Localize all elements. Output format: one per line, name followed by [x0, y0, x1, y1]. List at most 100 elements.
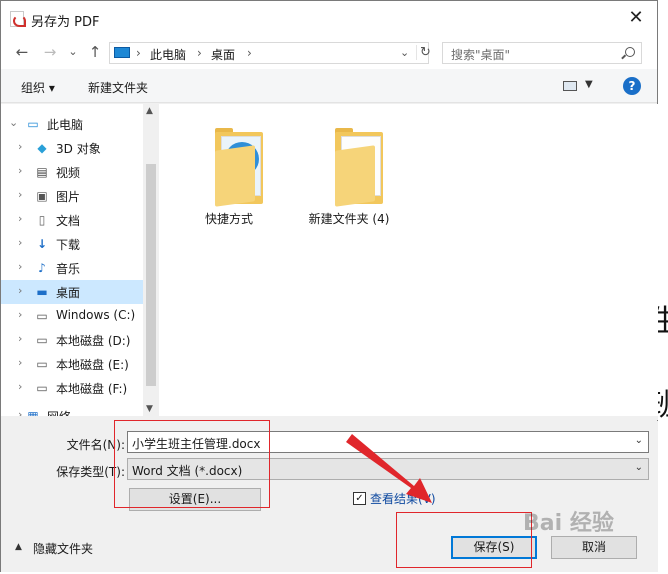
documents-icon: ▯ [38, 213, 46, 227]
breadcrumb-separator: › [197, 46, 202, 60]
sidebar-item-label: 本地磁盘 (E:) [56, 358, 129, 372]
file-item-new-folder-4[interactable]: 新建文件夹 (4) [299, 118, 399, 228]
search-icon [625, 47, 635, 57]
chevron-right-icon[interactable]: › [18, 188, 22, 201]
sidebar-item-label: 桌面 [56, 286, 81, 300]
filetype-label: 保存类型(T): [56, 465, 125, 479]
cancel-button[interactable]: 取消 [551, 536, 637, 559]
title-bar: 另存为 PDF ✕ [1, 1, 657, 37]
sidebar-item-this-pc[interactable]: ⌄ ▭ 此电脑 [1, 112, 143, 136]
annotation-highlight-box [396, 512, 532, 568]
pane-divider [1, 416, 658, 420]
back-button[interactable]: ← [13, 43, 31, 61]
chevron-right-icon[interactable]: › [18, 356, 22, 369]
sidebar-item-label: Windows (C:) [56, 308, 136, 322]
sidebar-item-label: 音乐 [56, 262, 81, 276]
search-input[interactable]: 搜索"桌面" [442, 42, 642, 64]
windows-drive-icon: ▭ [36, 309, 48, 323]
sidebar-item-drive-c[interactable]: › ▭ Windows (C:) [1, 304, 143, 328]
chevron-down-icon[interactable]: ⌄ [635, 435, 643, 446]
view-options-icon[interactable] [563, 81, 577, 91]
drive-icon: ▭ [36, 333, 48, 347]
sidebar-item-label: 图片 [56, 190, 81, 204]
sidebar-item-label: 下载 [56, 238, 81, 252]
music-icon: ♪ [38, 261, 46, 275]
breadcrumb-desktop[interactable]: 桌面 [211, 46, 235, 63]
sidebar-scrollbar[interactable]: ▲ ▼ [143, 104, 159, 416]
forward-button[interactable]: → [41, 43, 59, 61]
chevron-right-icon[interactable]: › [18, 140, 22, 153]
sidebar-item-3d-objects[interactable]: › ◆ 3D 对象 [1, 136, 143, 160]
file-list: 快捷方式 新建文件夹 (4) [159, 104, 658, 416]
chevron-down-icon[interactable]: ⌄ [400, 46, 409, 59]
chevron-down-icon[interactable]: ⌄ [635, 462, 643, 473]
chevron-right-icon[interactable]: › [18, 236, 22, 249]
sidebar-item-label: 本地磁盘 (D:) [56, 334, 131, 348]
chevron-down-icon[interactable]: ▼ [585, 79, 593, 90]
recent-locations-button[interactable]: ⌄ [64, 43, 82, 61]
view-results-checkbox[interactable]: ✓ [353, 492, 366, 505]
sidebar-item-pictures[interactable]: › ▣ 图片 [1, 184, 143, 208]
annotation-highlight-box [114, 420, 270, 508]
drive-icon: ▭ [36, 357, 48, 371]
refresh-icon[interactable]: ↻ [416, 45, 431, 60]
toolbar: 组织 ▾ 新建文件夹 ▼ ? [1, 69, 657, 103]
sidebar-item-network[interactable]: › ▦ 网络 [1, 404, 143, 416]
sidebar-item-drive-f[interactable]: › ▭ 本地磁盘 (F:) [1, 376, 143, 400]
view-results-label[interactable]: 查看结果(V) [370, 490, 436, 507]
chevron-right-icon[interactable]: › [18, 408, 22, 416]
window-title: 另存为 PDF [31, 15, 100, 30]
breadcrumb-this-pc[interactable]: 此电脑 [150, 46, 186, 63]
network-icon: ▦ [27, 409, 39, 416]
chevron-right-icon[interactable]: › [18, 332, 22, 345]
chevron-right-icon[interactable]: › [18, 164, 22, 177]
file-item-shortcuts[interactable]: 快捷方式 [179, 118, 279, 228]
downloads-icon: ↓ [36, 237, 48, 251]
folder-icon [215, 128, 267, 207]
new-folder-button[interactable]: 新建文件夹 [88, 79, 148, 96]
sidebar-item-label: 视频 [56, 166, 81, 180]
breadcrumb-separator: › [136, 46, 141, 60]
file-item-label: 快捷方式 [204, 212, 253, 226]
chevron-right-icon[interactable]: › [18, 308, 22, 321]
chevron-up-icon[interactable]: ▲ [15, 542, 22, 552]
drive-icon: ▭ [36, 381, 48, 395]
organize-menu[interactable]: 组织 ▾ [21, 79, 55, 96]
chevron-right-icon[interactable]: › [18, 380, 22, 393]
hide-folders-toggle[interactable]: 隐藏文件夹 [33, 540, 93, 557]
scroll-down-icon[interactable]: ▼ [146, 404, 153, 414]
navigation-bar: ← → ⌄ ↑ › 此电脑 › 桌面 › ⌄ ↻ 搜索"桌面" [1, 37, 657, 69]
chevron-right-icon[interactable]: › [18, 284, 22, 297]
chevron-right-icon[interactable]: › [18, 212, 22, 225]
computer-icon [114, 47, 130, 58]
scrollbar-thumb[interactable] [146, 164, 156, 386]
sidebar-item-documents[interactable]: › ▯ 文档 [1, 208, 143, 232]
up-button[interactable]: ↑ [86, 43, 104, 61]
sidebar-item-label: 3D 对象 [56, 142, 101, 156]
sidebar-item-label: 此电脑 [47, 118, 84, 132]
save-form: 文件名(N): 小学生班主任管理.docx ⌄ 保存类型(T): Word 文档… [1, 421, 658, 572]
help-icon[interactable]: ? [623, 77, 641, 95]
scroll-up-icon[interactable]: ▲ [146, 106, 153, 116]
3d-objects-icon: ◆ [37, 141, 47, 155]
sidebar-item-desktop[interactable]: › ▬ 桌面 [1, 280, 143, 304]
file-item-label: 新建文件夹 (4) [308, 212, 390, 226]
desktop-icon: ▬ [36, 285, 48, 299]
close-button[interactable]: ✕ [623, 7, 649, 31]
search-placeholder: 搜索"桌面" [451, 48, 511, 62]
filename-label: 文件名(N): [66, 438, 125, 452]
navigation-pane: ⌄ ▭ 此电脑 › ◆ 3D 对象 › ▤ 视频 › ▣ 图片 › ▯ 文档 ›… [1, 104, 143, 416]
address-bar[interactable]: › 此电脑 › 桌面 › ⌄ ↻ [109, 42, 431, 64]
sidebar-item-label: 本地磁盘 (F:) [56, 382, 128, 396]
sidebar-item-label: 文档 [56, 214, 81, 228]
breadcrumb-separator: › [247, 46, 252, 60]
sidebar-item-drive-e[interactable]: › ▭ 本地磁盘 (E:) [1, 352, 143, 376]
chevron-down-icon[interactable]: ⌄ [9, 116, 18, 129]
folder-icon [335, 128, 387, 207]
watermark: Bai 经验 [523, 511, 614, 536]
sidebar-item-downloads[interactable]: › ↓ 下载 [1, 232, 143, 256]
chevron-right-icon[interactable]: › [18, 260, 22, 273]
sidebar-item-videos[interactable]: › ▤ 视频 [1, 160, 143, 184]
sidebar-item-music[interactable]: › ♪ 音乐 [1, 256, 143, 280]
sidebar-item-drive-d[interactable]: › ▭ 本地磁盘 (D:) [1, 328, 143, 352]
